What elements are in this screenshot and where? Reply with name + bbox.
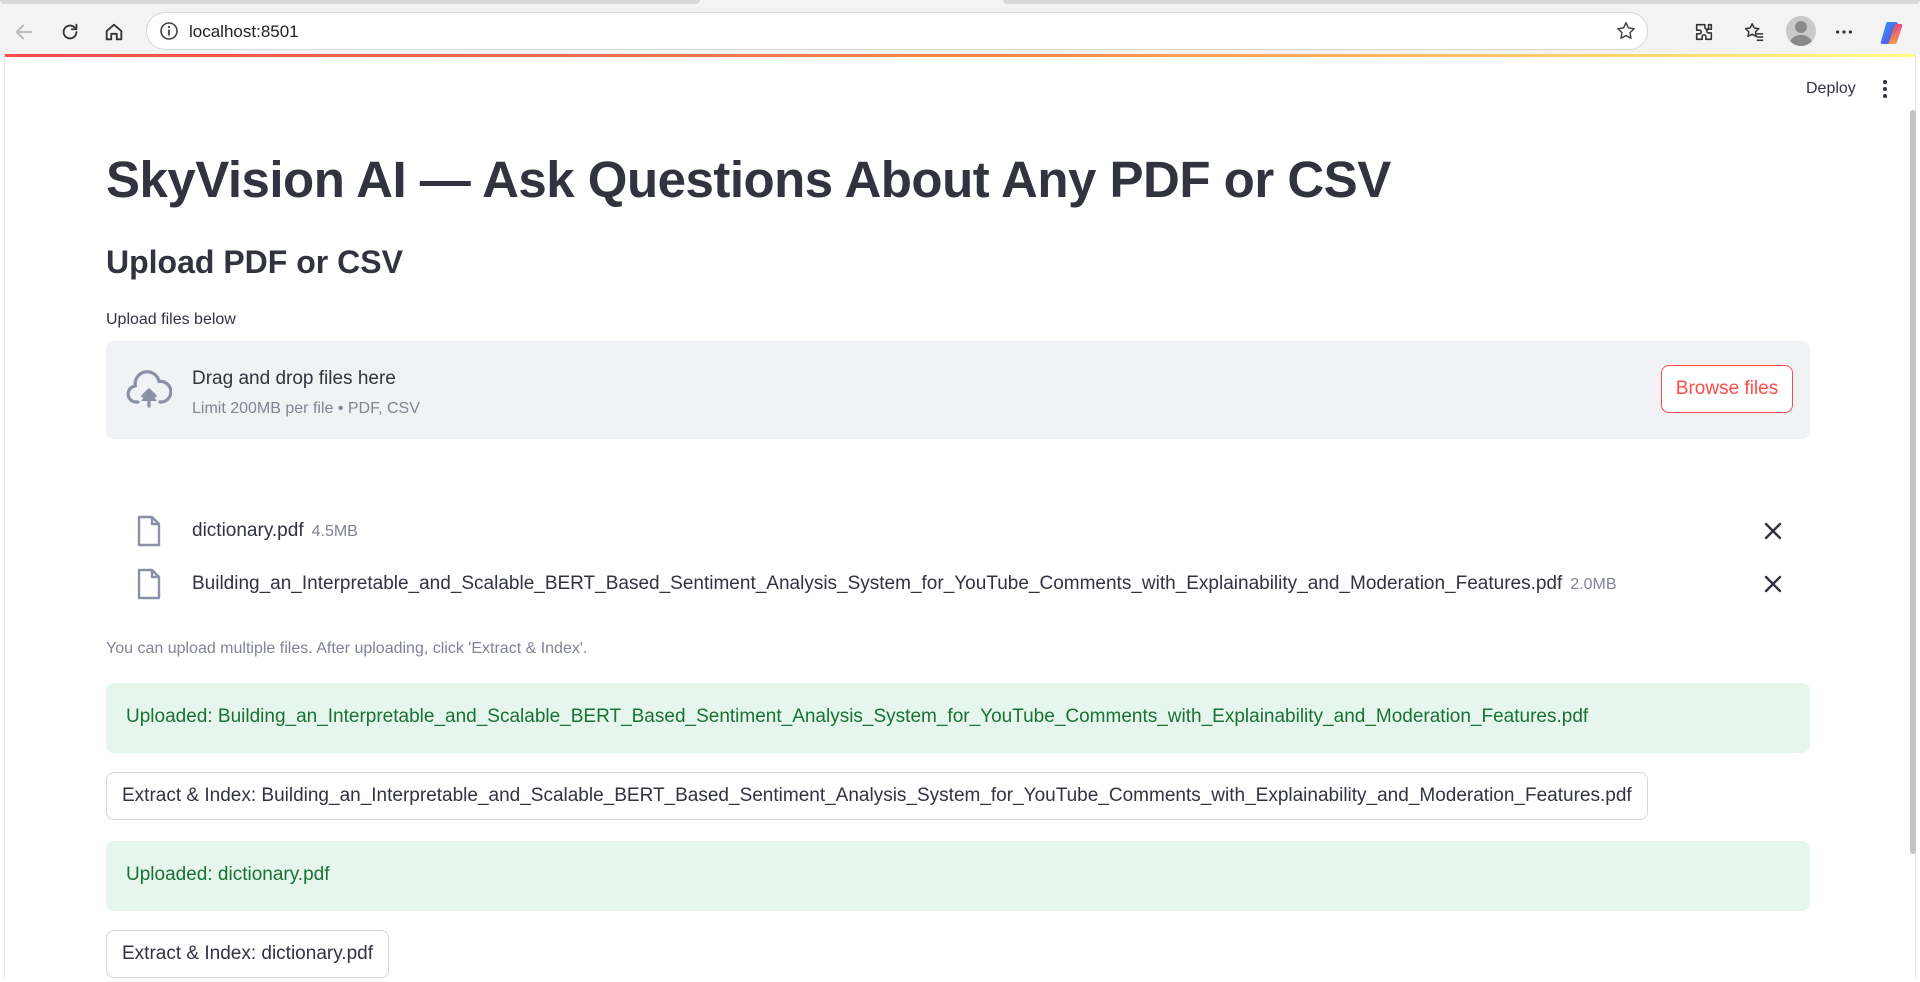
success-text: Uploaded: Building_an_Interpretable_and_…: [126, 706, 1589, 727]
success-alert: Uploaded: dictionary.pdf: [106, 841, 1810, 911]
file-name-wrap: Building_an_Interpretable_and_Scalable_B…: [192, 573, 1617, 595]
file-icon: [137, 568, 161, 600]
file-name-wrap: dictionary.pdf 4.5MB: [192, 520, 358, 542]
more-button[interactable]: [1826, 14, 1862, 50]
extensions-button[interactable]: [1686, 14, 1722, 50]
favorites-button[interactable]: [1736, 14, 1772, 50]
file-name: dictionary.pdf: [192, 520, 304, 541]
copilot-icon[interactable]: [1878, 19, 1906, 47]
success-text: Uploaded: dictionary.pdf: [126, 864, 330, 885]
extract-index-button[interactable]: Extract & Index: dictionary.pdf: [106, 930, 389, 978]
close-icon[interactable]: [1762, 573, 1784, 595]
menu-dot: [1883, 94, 1887, 98]
uploader-caption: You can upload multiple files. After upl…: [106, 640, 588, 657]
header-decoration: [5, 54, 1915, 57]
file-size: 4.5MB: [311, 523, 358, 540]
menu-dot: [1883, 80, 1887, 84]
close-icon[interactable]: [1762, 520, 1784, 542]
reload-button[interactable]: [52, 14, 88, 50]
file-size: 2.0MB: [1570, 576, 1617, 593]
browse-files-button[interactable]: Browse files: [1661, 365, 1793, 413]
reload-icon: [62, 23, 78, 40]
address-bar[interactable]: localhost:8501: [146, 12, 1648, 50]
main-menu-button[interactable]: [1873, 72, 1897, 106]
success-alert: Uploaded: Building_an_Interpretable_and_…: [106, 683, 1810, 753]
arrow-left-icon: [15, 24, 33, 40]
scrollbar[interactable]: [1910, 110, 1916, 854]
uploader-label: Upload files below: [106, 311, 236, 328]
back-button[interactable]: [6, 14, 42, 50]
home-icon: [105, 23, 123, 41]
file-dropzone[interactable]: Drag and drop files here Limit 200MB per…: [106, 341, 1810, 439]
star-icon[interactable]: [1615, 20, 1637, 42]
dropzone-limit-text: Limit 200MB per file • PDF, CSV: [192, 400, 420, 417]
file-name: Building_an_Interpretable_and_Scalable_B…: [192, 573, 1563, 594]
home-button[interactable]: [96, 14, 132, 50]
browser-tab[interactable]: [1003, 0, 1920, 4]
browser-tab[interactable]: [0, 0, 700, 4]
more-icon: [1835, 30, 1853, 34]
browser-toolbar: localhost:8501: [0, 8, 1920, 54]
dropzone-title: Drag and drop files here: [192, 368, 396, 389]
extract-index-button[interactable]: Extract & Index: Building_an_Interpretab…: [106, 772, 1648, 820]
app-page: Deploy SkyVision AI — Ask Questions Abou…: [4, 54, 1916, 978]
avatar-body: [1790, 35, 1812, 46]
info-icon[interactable]: [159, 21, 179, 41]
cloud-upload-icon: [126, 370, 172, 408]
url-text[interactable]: localhost:8501: [189, 22, 299, 42]
favorites-icon: [1744, 23, 1764, 41]
section-subheader: Upload PDF or CSV: [106, 244, 403, 280]
puzzle-icon: [1695, 23, 1713, 41]
avatar-head: [1795, 21, 1807, 33]
tab-strip: [0, 0, 1920, 8]
uploaded-file-row: Building_an_Interpretable_and_Scalable_B…: [106, 561, 1810, 607]
file-icon: [137, 515, 161, 547]
deploy-button[interactable]: Deploy: [1794, 72, 1868, 106]
avatar[interactable]: [1786, 16, 1816, 46]
uploaded-file-row: dictionary.pdf 4.5MB: [106, 508, 1810, 554]
menu-dot: [1883, 87, 1887, 91]
page-title: SkyVision AI — Ask Questions About Any P…: [106, 151, 1391, 208]
